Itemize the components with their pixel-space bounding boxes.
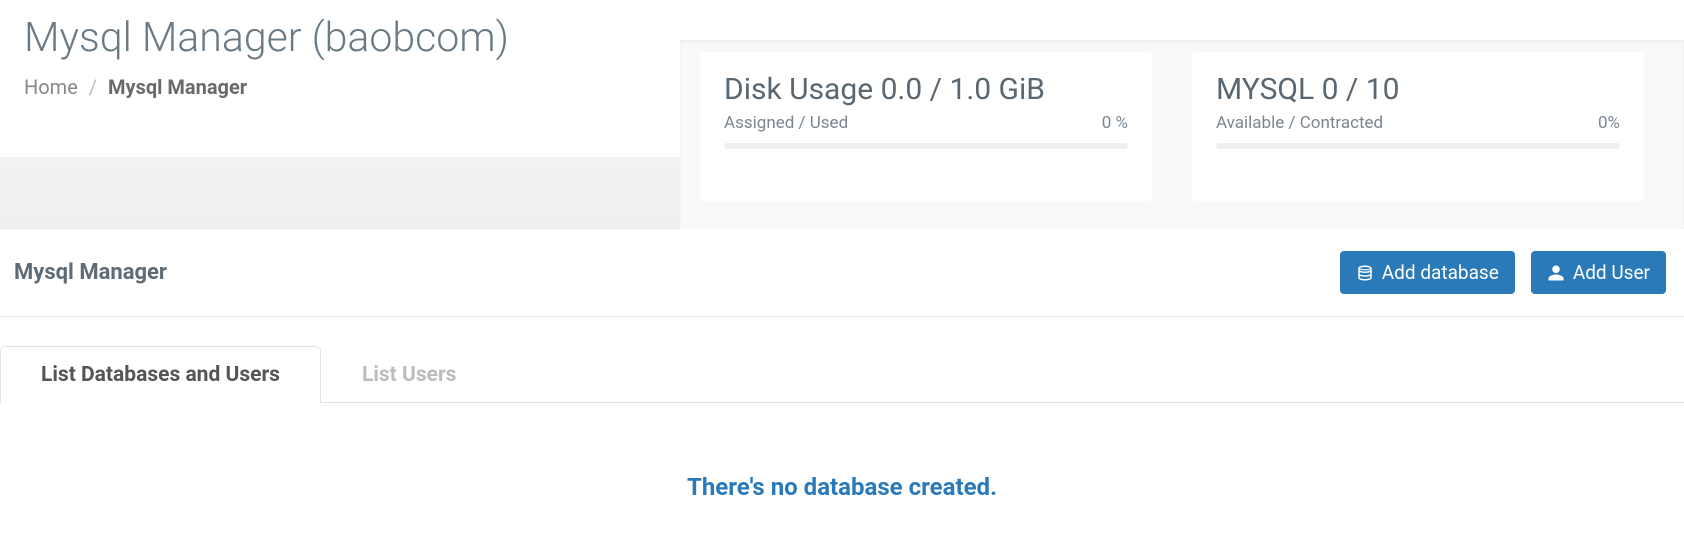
add-user-button[interactable]: Add User xyxy=(1531,251,1666,294)
empty-state-message: There's no database created. xyxy=(0,403,1684,541)
stat-mysql: MYSQL 0 / 10 Available / Contracted 0% xyxy=(1192,52,1644,201)
stat-mysql-percent: 0% xyxy=(1598,113,1620,133)
stat-disk-usage: Disk Usage 0.0 / 1.0 GiB Assigned / Used… xyxy=(700,52,1152,201)
add-database-label: Add database xyxy=(1382,261,1499,284)
user-icon xyxy=(1547,264,1565,282)
breadcrumb-current: Mysql Manager xyxy=(108,75,247,99)
tab-list-users[interactable]: List Users xyxy=(321,346,497,403)
breadcrumb-home-link[interactable]: Home xyxy=(24,75,78,99)
stats-area: Disk Usage 0.0 / 1.0 GiB Assigned / Used… xyxy=(680,40,1684,229)
breadcrumb: Home / Mysql Manager xyxy=(24,75,656,99)
stat-mysql-progress-bar xyxy=(1216,143,1620,149)
stat-disk-progress-bar xyxy=(724,143,1128,149)
breadcrumb-separator: / xyxy=(83,75,103,99)
panel-header-title: Mysql Manager xyxy=(14,260,167,285)
panel-header: Mysql Manager Add database Add User xyxy=(0,229,1684,317)
add-database-button[interactable]: Add database xyxy=(1340,251,1515,294)
page-title: Mysql Manager (baobcom) xyxy=(24,12,656,65)
stat-mysql-title: MYSQL 0 / 10 xyxy=(1216,72,1620,107)
tabs: List Databases and Users List Users xyxy=(0,317,1684,403)
stat-mysql-sublabel: Available / Contracted xyxy=(1216,113,1383,133)
add-user-label: Add User xyxy=(1573,261,1650,284)
stat-disk-sublabel: Assigned / Used xyxy=(724,113,848,133)
stat-disk-percent: 0 % xyxy=(1102,113,1128,133)
stat-disk-title: Disk Usage 0.0 / 1.0 GiB xyxy=(724,72,1128,107)
tab-list-databases-users[interactable]: List Databases and Users xyxy=(0,346,321,403)
database-icon xyxy=(1356,264,1374,282)
